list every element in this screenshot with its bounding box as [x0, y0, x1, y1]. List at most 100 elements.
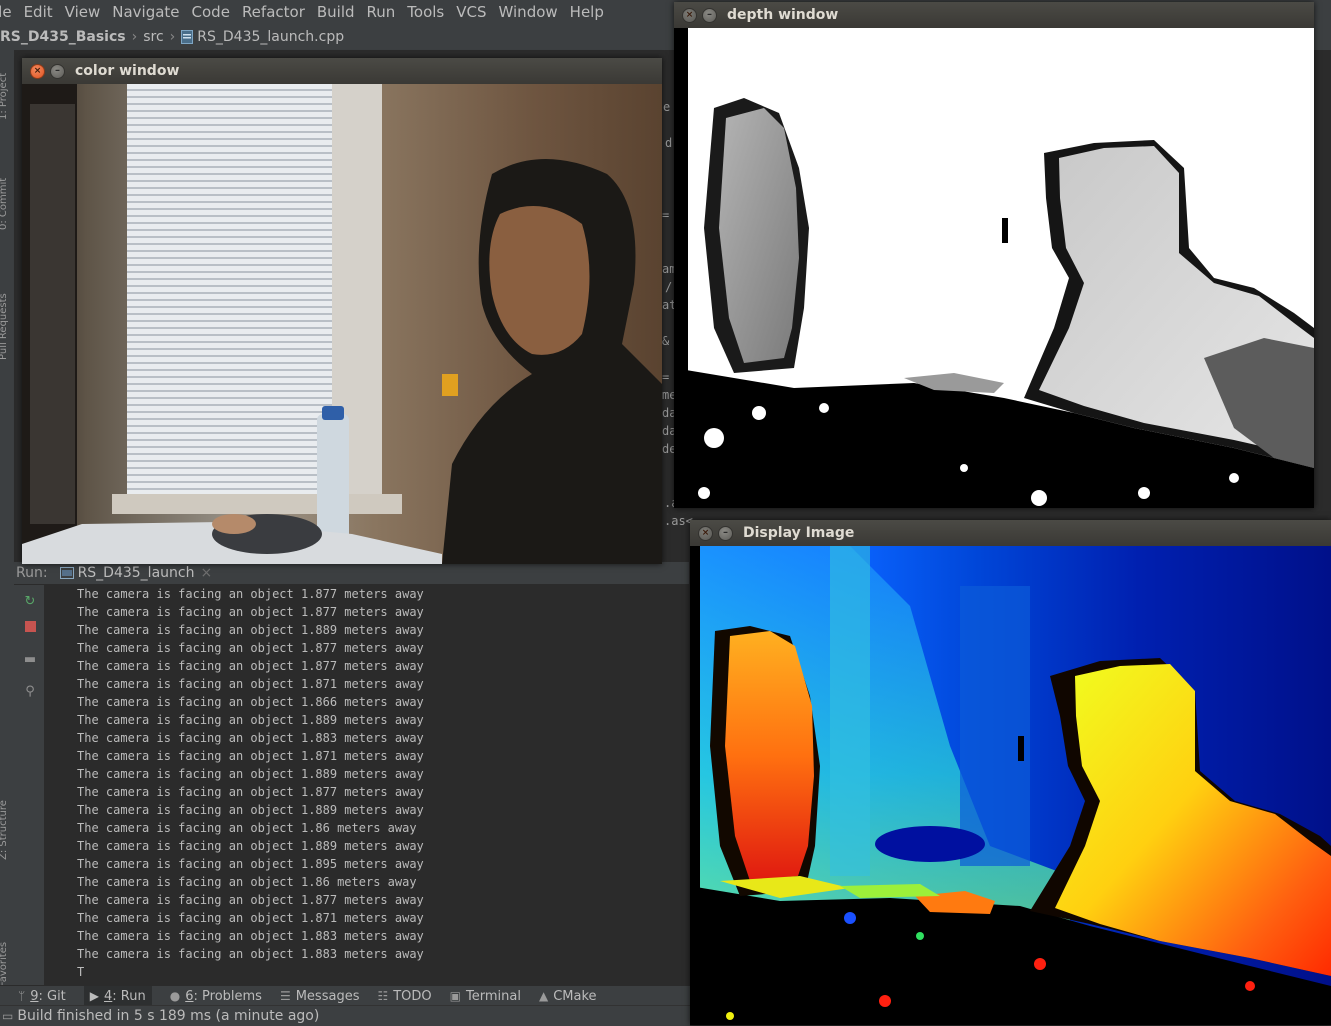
editor-code-fragment: e: [663, 100, 671, 114]
minimize-icon[interactable]: –: [718, 525, 733, 541]
run-config-tab[interactable]: RS_D435_launch ×: [59, 565, 212, 581]
cmake-icon: ▲: [538, 989, 549, 1003]
depth-window-titlebar[interactable]: × – depth window: [674, 2, 1314, 28]
tab-problems-label: : Problems: [193, 988, 262, 1004]
display-window-titlebar[interactable]: × – Display Image: [690, 520, 1331, 546]
menu-refactor[interactable]: Refactor: [242, 3, 305, 21]
tab-terminal-label: Terminal: [466, 988, 521, 1004]
console-line: The camera is facing an object 1.877 met…: [77, 659, 424, 673]
depth-window-title: depth window: [727, 7, 839, 23]
menu-window[interactable]: Window: [499, 3, 558, 21]
menu-help[interactable]: Help: [570, 3, 604, 21]
status-bar: ▭ Build finished in 5 s 189 ms (a minute…: [0, 1005, 690, 1026]
tab-git-key: 9: [30, 988, 39, 1004]
layout-icon[interactable]: ▬: [22, 653, 38, 667]
build-icon: ▭: [2, 1009, 14, 1023]
console-line: The camera is facing an object 1.877 met…: [77, 587, 424, 601]
console-line: The camera is facing an object 1.889 met…: [77, 623, 424, 637]
editor-code-fragment: .as<: [664, 514, 693, 528]
tab-problems[interactable]: ● 6: Problems: [170, 989, 262, 1004]
console-line: T: [77, 965, 85, 979]
breadcrumb-folder[interactable]: src: [143, 29, 163, 45]
console-line: The camera is facing an object 1.86 mete…: [77, 821, 417, 835]
editor-code-fragment: d: [665, 136, 673, 150]
console-line: The camera is facing an object 1.871 met…: [77, 749, 424, 763]
run-label: Run:: [16, 565, 48, 581]
git-branch-icon: ᛘ: [18, 989, 26, 1003]
close-icon[interactable]: ×: [698, 525, 713, 541]
tab-git[interactable]: ᛘ9: Git: [18, 989, 66, 1004]
run-toolbar: ↻ ▬ ⚲: [14, 585, 45, 985]
console-line: The camera is facing an object 1.895 met…: [77, 857, 424, 871]
menu-file[interactable]: ile: [0, 3, 12, 21]
todo-icon: ☷: [377, 989, 389, 1003]
menu-view[interactable]: View: [65, 3, 101, 21]
rerun-icon[interactable]: ↻: [22, 595, 38, 609]
depth-image: [674, 28, 1314, 508]
terminal-icon: ▣: [449, 989, 461, 1003]
left-tool-strip: 1: Project 0: Commit Pull Requests Z: St…: [0, 50, 15, 1000]
status-message: Build finished in 5 s 189 ms (a minute a…: [17, 1008, 320, 1024]
display-window-title: Display Image: [743, 525, 855, 541]
tab-git-label: : Git: [38, 988, 66, 1004]
tab-terminal[interactable]: ▣ Terminal: [450, 989, 521, 1004]
structure-tool-label[interactable]: Z: Structure: [0, 800, 9, 860]
minimize-icon[interactable]: –: [702, 7, 717, 23]
project-tool-label[interactable]: 1: Project: [0, 73, 9, 120]
menu-build[interactable]: Build: [317, 3, 355, 21]
menu-tools[interactable]: Tools: [407, 3, 444, 21]
chevron-right-icon: ›: [169, 29, 176, 45]
console-line: The camera is facing an object 1.889 met…: [77, 767, 424, 781]
color-window-title: color window: [75, 63, 180, 79]
console-line: The camera is facing an object 1.86 mete…: [77, 875, 417, 889]
tab-messages-label: Messages: [295, 988, 360, 1004]
chevron-right-icon: ›: [131, 29, 138, 45]
menu-code[interactable]: Code: [192, 3, 230, 21]
stop-icon[interactable]: [22, 620, 38, 634]
tab-problems-key: 6: [185, 988, 194, 1004]
tab-messages[interactable]: ☰ Messages: [280, 989, 360, 1004]
console-line: The camera is facing an object 1.877 met…: [77, 641, 424, 655]
tab-todo[interactable]: ☷ TODO: [377, 989, 431, 1004]
messages-icon: ☰: [279, 989, 291, 1003]
run-config-tab-label: RS_D435_launch: [77, 565, 195, 581]
pull-requests-tool-label[interactable]: Pull Requests: [0, 293, 9, 360]
console-line: The camera is facing an object 1.866 met…: [77, 695, 424, 709]
menu-run[interactable]: Run: [367, 3, 396, 21]
tab-run-key: 4: [104, 988, 113, 1004]
color-window[interactable]: × – color window: [22, 58, 662, 564]
editor-code-fragment: &: [662, 334, 670, 348]
menu-vcs[interactable]: VCS: [456, 3, 486, 21]
colormap-image: [690, 546, 1331, 1025]
console-line: The camera is facing an object 1.877 met…: [77, 785, 424, 799]
close-icon[interactable]: ×: [30, 63, 45, 79]
close-icon[interactable]: ×: [682, 7, 697, 23]
commit-tool-label[interactable]: 0: Commit: [0, 178, 9, 230]
close-icon[interactable]: ×: [200, 565, 212, 581]
tab-cmake[interactable]: ▲ CMake: [539, 989, 597, 1004]
pin-icon[interactable]: ⚲: [22, 685, 38, 699]
color-window-titlebar[interactable]: × – color window: [22, 58, 662, 84]
tab-run[interactable]: ▶ 4: Run: [83, 986, 152, 1006]
color-camera-image: [22, 84, 662, 564]
run-console[interactable]: The camera is facing an object 1.877 met…: [45, 585, 689, 985]
depth-window[interactable]: × – depth window: [674, 2, 1314, 508]
menu-edit[interactable]: Edit: [24, 3, 53, 21]
menu-navigate[interactable]: Navigate: [112, 3, 179, 21]
editor-code-fragment: =: [662, 370, 670, 384]
console-line: The camera is facing an object 1.889 met…: [77, 803, 424, 817]
bottom-tool-tabs: ᛘ9: Git ▶ 4: Run ● 6: Problems ☰ Messages ☷…: [0, 985, 690, 1006]
play-icon: ▶: [89, 989, 100, 1003]
minimize-icon[interactable]: –: [50, 63, 65, 79]
breadcrumb-project[interactable]: RS_D435_Basics: [0, 29, 126, 45]
console-line: The camera is facing an object 1.877 met…: [77, 605, 424, 619]
display-image-window[interactable]: × – Display Image: [690, 520, 1331, 1025]
console-line: The camera is facing an object 1.883 met…: [77, 731, 424, 745]
console-line: The camera is facing an object 1.871 met…: [77, 911, 424, 925]
breadcrumb-file[interactable]: RS_D435_launch.cpp: [197, 29, 344, 45]
editor-code-fragment: =: [662, 208, 670, 222]
console-line: The camera is facing an object 1.877 met…: [77, 893, 424, 907]
console-line: The camera is facing an object 1.883 met…: [77, 929, 424, 943]
editor-code-fragment: /: [665, 280, 673, 294]
console-line: The camera is facing an object 1.889 met…: [77, 713, 424, 727]
